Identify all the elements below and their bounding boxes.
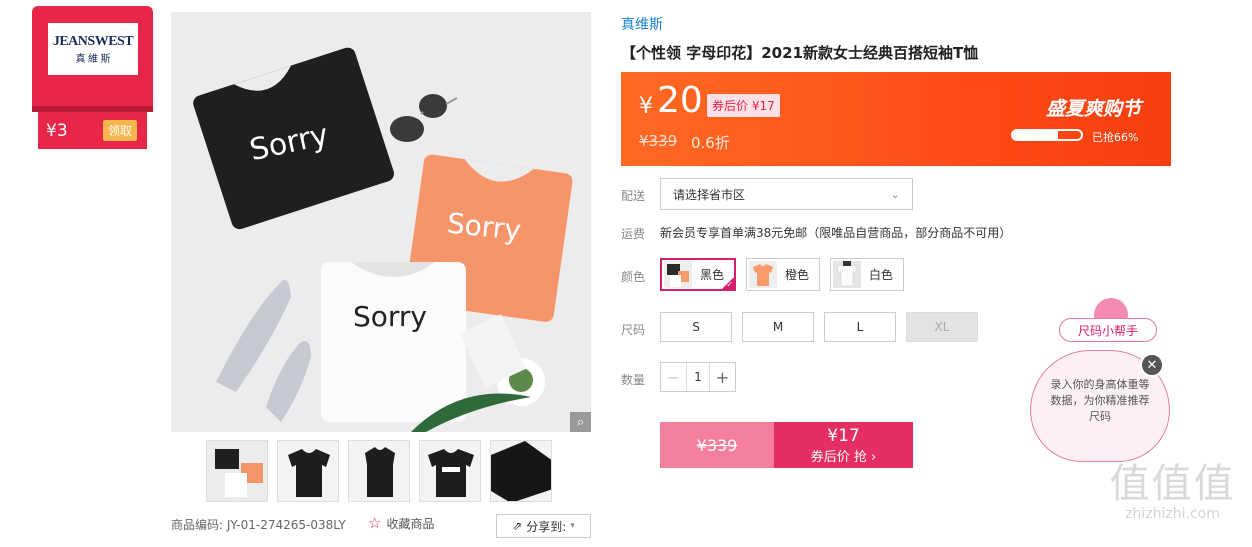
size-option-m[interactable]: M — [742, 312, 814, 342]
size-option-l[interactable]: L — [824, 312, 896, 342]
white-shirt-print: Sorry — [353, 300, 427, 333]
share-button[interactable]: ⇗ 分享到: ▾ — [496, 514, 591, 538]
size-options: S M L XL — [660, 312, 978, 342]
price-currency: ¥ — [639, 94, 653, 119]
thumbnail-5[interactable] — [490, 440, 552, 502]
chevron-down-icon: ▾ — [570, 521, 575, 531]
thumbnail-3[interactable] — [348, 440, 410, 502]
buy-bar: ¥339 ¥17 券后价 抢 › — [660, 422, 913, 468]
watermark: 值值值 zhizhizhi.com — [1100, 462, 1245, 522]
coupon-header: JEANSWEST 真 維 斯 — [32, 6, 153, 106]
check-icon: ✓ — [726, 280, 734, 289]
color-option-black[interactable]: 黑色 ✓ — [660, 258, 737, 291]
thumbnail-2[interactable] — [277, 440, 339, 502]
main-product-image[interactable]: Sorry Sorry Sorry ⌕ — [171, 12, 591, 432]
brand-logo-main: JEANSWEST — [52, 33, 134, 49]
color-options: 黑色 ✓ 橙色 白色 — [660, 258, 905, 291]
watermark-url: zhizhizhi.com — [1125, 506, 1220, 522]
original-price: ¥339 — [639, 132, 678, 150]
chevron-down-icon: ⌄ — [890, 187, 900, 201]
color-option-label: 白色 — [869, 268, 894, 282]
increase-quantity-button[interactable]: + — [710, 363, 735, 391]
color-option-orange[interactable]: 橙色 — [746, 258, 821, 291]
claim-coupon-button[interactable]: 领取 — [102, 120, 137, 141]
size-helper-tag[interactable]: 尺码小帮手 — [1059, 318, 1157, 342]
thumbnail-1[interactable] — [206, 440, 268, 502]
brand-link[interactable]: 真维斯 — [621, 14, 663, 34]
buy-button[interactable]: ¥17 券后价 抢 › — [774, 422, 913, 468]
quantity-stepper: − 1 + — [660, 362, 736, 392]
buy-cta-label: 券后价 抢 › — [810, 449, 877, 465]
sold-progress-bar — [1011, 129, 1083, 141]
thumbnail-strip — [206, 440, 552, 502]
size-option-xl: XL — [906, 312, 978, 342]
share-icon: ⇗ — [512, 519, 523, 533]
event-title: 盛夏爽购节 — [1045, 98, 1141, 120]
promo-banner: ¥ 20 券后价 ¥17 ¥339 0.6折 盛夏爽购节 已抢66% — [621, 72, 1171, 166]
color-swatch-white — [833, 261, 862, 288]
sold-percent-label: 已抢66% — [1092, 131, 1139, 144]
freight-info: 新会员专享首单满38元免邮（限唯品自营商品，部分商品不可用） — [660, 226, 1012, 240]
color-label: 颜色 — [621, 270, 646, 284]
product-photo: Sorry Sorry Sorry — [171, 12, 591, 432]
close-icon[interactable]: ✕ — [1140, 353, 1164, 377]
watermark-logo: 值值值 — [1109, 461, 1236, 507]
mascot-icon — [1094, 298, 1128, 320]
quantity-label: 数量 — [621, 373, 646, 387]
region-select[interactable]: 请选择省市区 ⌄ — [660, 178, 913, 210]
shipping-label: 配送 — [621, 189, 646, 203]
buy-original-price: ¥339 — [660, 422, 774, 468]
zoom-icon[interactable]: ⌕ — [570, 412, 591, 432]
quantity-input[interactable]: 1 — [686, 363, 710, 391]
sku-code: 商品编码: JY-01-274265-038LY — [171, 518, 346, 532]
discount-label: 0.6折 — [691, 134, 730, 152]
brand-logo-sub: 真 維 斯 — [75, 53, 111, 65]
brand-logo: JEANSWEST 真 維 斯 — [48, 23, 138, 75]
after-coupon-badge: 券后价 ¥17 — [707, 94, 780, 117]
current-price: 20 — [657, 80, 703, 121]
color-swatch-orange — [749, 261, 778, 288]
color-option-label: 橙色 — [785, 268, 810, 282]
favorite-label: 收藏商品 — [386, 516, 435, 531]
sold-progress-fill — [1013, 131, 1058, 139]
product-title: 【个性领 字母印花】2021新款女士经典百搭短袖T恤 — [621, 44, 979, 62]
coupon-amount: ¥3 — [46, 120, 68, 141]
size-option-s[interactable]: S — [660, 312, 732, 342]
share-label: 分享到: — [526, 519, 567, 534]
decrease-quantity-button[interactable]: − — [661, 363, 686, 391]
brand-coupon[interactable]: JEANSWEST 真 維 斯 ¥3 领取 — [32, 6, 153, 149]
size-label: 尺码 — [621, 323, 646, 337]
buy-price: ¥17 — [827, 425, 860, 446]
color-swatch-black — [664, 261, 692, 288]
color-option-white[interactable]: 白色 — [830, 258, 905, 291]
thumbnail-4[interactable] — [419, 440, 481, 502]
product-page: JEANSWEST 真 維 斯 ¥3 领取 Sorry Sorry Sorry … — [0, 0, 1252, 547]
region-select-value: 请选择省市区 — [673, 187, 746, 202]
favorite-button[interactable]: ☆ 收藏商品 — [368, 514, 434, 532]
star-icon: ☆ — [368, 514, 382, 532]
coupon-footer: ¥3 领取 — [38, 112, 147, 149]
freight-label: 运费 — [621, 227, 646, 241]
